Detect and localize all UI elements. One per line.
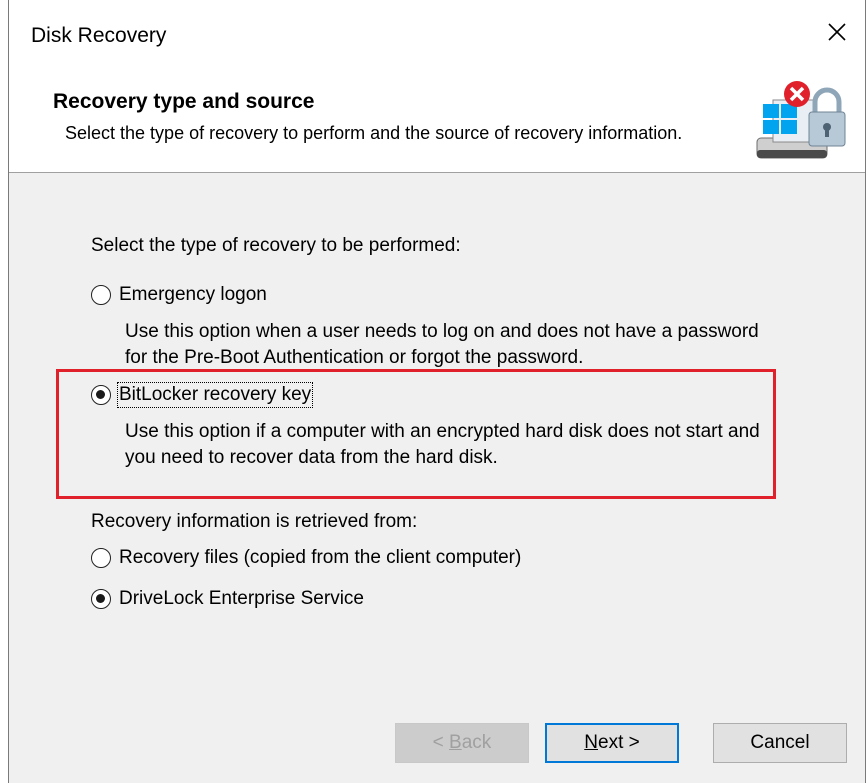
wizard-header: Recovery type and source Select the type… <box>9 78 865 173</box>
recovery-source-prompt: Recovery information is retrieved from: <box>91 511 418 532</box>
emergency-logon-label: Emergency logon <box>119 284 267 305</box>
drivelock-enterprise-service-radio[interactable]: DriveLock Enterprise Service <box>91 588 364 610</box>
back-button[interactable]: < Back <box>395 723 529 763</box>
radio-button-selected[interactable] <box>91 589 111 609</box>
cancel-button[interactable]: Cancel <box>713 723 847 763</box>
drivelock-enterprise-service-label: DriveLock Enterprise Service <box>119 588 364 609</box>
next-button[interactable]: Next > <box>545 723 679 763</box>
bitlocker-recovery-key-label: BitLocker recovery key <box>116 382 314 408</box>
header-title: Recovery type and source <box>53 90 315 113</box>
emergency-logon-description: Use this option when a user needs to log… <box>125 321 759 368</box>
radio-button[interactable] <box>91 285 111 305</box>
recovery-type-prompt: Select the type of recovery to be perfor… <box>91 235 461 256</box>
close-icon <box>828 23 846 41</box>
back-button-prefix: < <box>432 732 450 753</box>
disk-recovery-dialog: Disk Recovery Recovery type and source S… <box>8 0 866 783</box>
bitlocker-description: Use this option if a computer with an en… <box>125 421 760 468</box>
emergency-logon-radio[interactable]: Emergency logon <box>91 284 267 306</box>
recovery-files-radio[interactable]: Recovery files (copied from the client c… <box>91 547 521 569</box>
next-button-mnemonic: N <box>584 732 598 753</box>
next-button-label: ext > <box>598 732 640 753</box>
close-button[interactable] <box>809 6 865 58</box>
back-button-mnemonic: B <box>449 732 462 753</box>
disk-lock-icon <box>756 81 846 159</box>
bitlocker-recovery-key-radio[interactable]: BitLocker recovery key <box>91 382 314 408</box>
back-button-label: ack <box>461 732 492 753</box>
header-subtitle: Select the type of recovery to perform a… <box>65 123 683 143</box>
recovery-files-label: Recovery files (copied from the client c… <box>119 547 522 568</box>
radio-button-selected[interactable] <box>91 385 111 405</box>
window-title: Disk Recovery <box>31 24 167 47</box>
wizard-content: Select the type of recovery to be perfor… <box>9 173 865 693</box>
wizard-footer: < Back Next > Cancel <box>9 693 865 783</box>
radio-button[interactable] <box>91 548 111 568</box>
title-bar: Disk Recovery <box>9 0 865 78</box>
